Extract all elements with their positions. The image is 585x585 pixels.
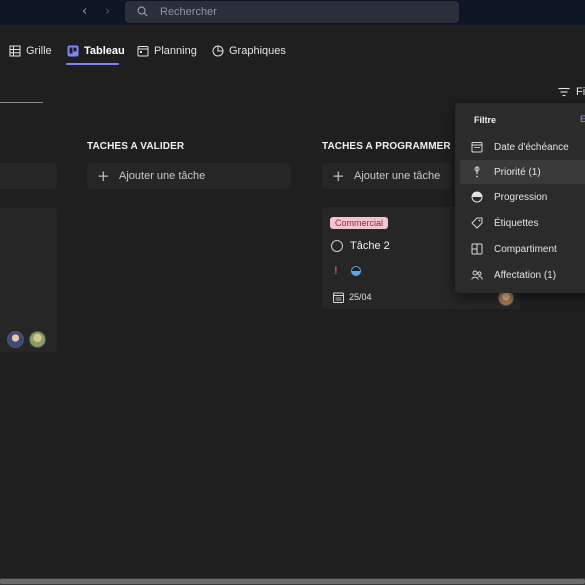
filter-label: Fi xyxy=(576,86,585,98)
filter-panel: Filtre E Date d'échéance Priorité (1) Pr… xyxy=(455,103,585,293)
panel-action-link[interactable]: E xyxy=(580,114,585,124)
column-title: TACHES A VALIDER xyxy=(87,141,185,152)
title-bar: ‹ › Rechercher xyxy=(0,0,585,25)
avatar xyxy=(7,331,24,348)
search-box[interactable]: Rechercher xyxy=(125,1,459,23)
progress-icon xyxy=(351,266,361,276)
tab-grille[interactable]: Grille xyxy=(9,42,52,60)
filter-item-label: Affectation (1) xyxy=(494,269,557,281)
tab-graphiques[interactable]: Graphiques xyxy=(212,42,286,60)
add-task-button[interactable]: + Ajouter une tâche xyxy=(322,163,452,189)
filter-item-assignment[interactable]: Affectation (1) xyxy=(460,263,585,287)
filter-button[interactable]: Fi xyxy=(558,86,585,98)
tab-label: Grille xyxy=(26,45,52,57)
tab-tableau[interactable]: Tableau xyxy=(67,42,125,60)
filter-item-label: Progression xyxy=(494,191,548,203)
complete-checkbox[interactable] xyxy=(331,240,343,252)
add-task-button[interactable]: + Ajouter une tâche xyxy=(87,163,291,189)
tab-label: Graphiques xyxy=(229,45,286,57)
view-tabs: Grille Tableau Planning Graphiques xyxy=(0,25,585,75)
horizontal-scrollbar-thumb[interactable] xyxy=(0,579,585,584)
app-window: ‹ › Rechercher Grille Tableau Planning G… xyxy=(0,0,585,585)
board-icon xyxy=(67,45,79,57)
active-tab-indicator xyxy=(66,63,119,65)
filter-item-label: Étiquettes xyxy=(494,217,539,229)
tag-icon xyxy=(471,217,483,229)
add-task-label: Ajouter une tâche xyxy=(354,170,441,182)
column-title: TACHES A PROGRAMMER xyxy=(322,141,451,152)
chart-icon xyxy=(212,45,224,57)
input-underline xyxy=(0,102,43,103)
filter-icon xyxy=(558,87,570,97)
avatar xyxy=(29,331,46,348)
task-title: Tâche 2 xyxy=(350,240,390,252)
filter-item-label: Priorité (1) xyxy=(494,166,541,178)
plus-icon: + xyxy=(97,167,110,185)
filter-item-bucket[interactable]: Compartiment xyxy=(460,237,585,261)
tab-label: Planning xyxy=(154,45,197,57)
label-tag: Commercial xyxy=(330,217,389,229)
filter-item-label: Compartiment xyxy=(494,243,557,255)
priority-icon: ! xyxy=(334,265,338,277)
partial-task-card[interactable] xyxy=(0,208,57,352)
calendar-icon xyxy=(137,46,149,57)
tab-planning[interactable]: Planning xyxy=(137,42,197,60)
filter-item-label: Date d'échéance xyxy=(494,141,569,153)
grid-icon xyxy=(9,45,21,57)
bucket-icon xyxy=(471,243,483,255)
filter-item-priority[interactable]: Priorité (1) xyxy=(460,160,585,184)
people-icon xyxy=(471,270,483,280)
back-arrow-icon[interactable]: ‹ xyxy=(82,4,87,19)
panel-title: Filtre xyxy=(474,115,497,125)
calendar-icon xyxy=(471,142,483,153)
search-placeholder: Rechercher xyxy=(160,6,217,18)
add-task-label: Ajouter une tâche xyxy=(119,170,206,182)
filter-item-labels[interactable]: Étiquettes xyxy=(460,211,585,235)
plus-icon: + xyxy=(332,167,345,185)
forward-arrow-icon[interactable]: › xyxy=(105,4,110,19)
progress-icon xyxy=(471,191,483,203)
tab-label: Tableau xyxy=(84,45,125,57)
search-icon xyxy=(137,6,148,17)
calendar-icon xyxy=(333,292,344,303)
partial-add-task[interactable] xyxy=(0,163,57,189)
priority-icon xyxy=(474,166,480,178)
due-date: 25/04 xyxy=(349,292,372,302)
filter-item-progress[interactable]: Progression xyxy=(460,185,585,209)
filter-item-due-date[interactable]: Date d'échéance xyxy=(460,135,585,159)
